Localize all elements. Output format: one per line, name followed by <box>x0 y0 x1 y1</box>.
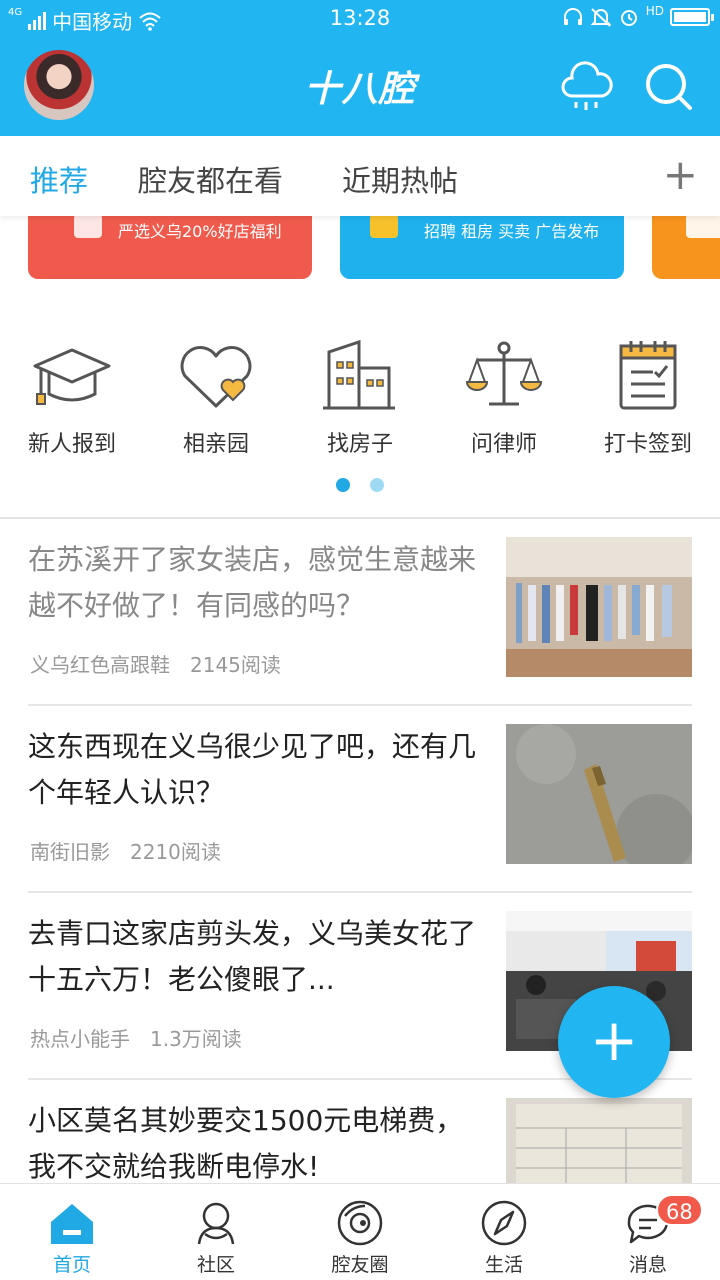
post-reads: 2145阅读 <box>190 653 281 677</box>
battery-icon <box>670 8 714 26</box>
tab-friends-watching[interactable]: 腔友都在看 <box>138 158 283 200</box>
circle-icon <box>337 1200 383 1246</box>
graduation-cap-icon <box>33 348 111 405</box>
quick-link-checkin[interactable]: 打卡签到 <box>576 338 720 458</box>
banner-classifieds[interactable]: 招聘 租房 买卖 广告发布 <box>340 216 624 279</box>
unread-badge: 68 <box>656 1194 703 1226</box>
quick-link-label: 新人报到 <box>27 432 116 457</box>
page-dot <box>370 478 384 492</box>
banner-text: 严选义乌20%好店福利 <box>118 222 282 241</box>
scales-icon <box>465 341 543 406</box>
app-header: 十八腔 <box>0 38 720 136</box>
shop-icon <box>74 216 102 238</box>
post-item[interactable]: 这东西现在义乌很少见了吧，还有几个年轻人认识？ 南街旧影 2210阅读 <box>0 706 720 893</box>
status-bar: 4G 中国移动 13:28 HD <box>0 0 720 38</box>
tab-hot-posts[interactable]: 近期热帖 <box>342 158 458 200</box>
banner-carousel: 严选义乌20%好店福利 招聘 租房 买卖 广告发布 <box>0 216 720 280</box>
banner-shop-deals[interactable]: 严选义乌20%好店福利 <box>28 216 312 279</box>
page-dot-active <box>336 478 350 492</box>
post-thumbnail <box>506 724 692 864</box>
headphone-icon <box>563 8 582 25</box>
nav-label: 社区 <box>196 1254 235 1276</box>
nav-community[interactable]: 社区 <box>144 1184 288 1280</box>
cloud-icon[interactable] <box>558 58 614 114</box>
post-title: 小区莫名其妙要交1500元电梯费，我不交就给我断电停水! <box>28 1104 464 1183</box>
alarm-icon <box>620 10 637 26</box>
calendar-checkin-icon <box>619 341 677 410</box>
nav-label: 生活 <box>484 1254 523 1276</box>
card-icon <box>686 216 720 238</box>
nav-messages[interactable]: 消息 68 <box>576 1184 720 1280</box>
post-meta: 热点小能手 1.3万阅读 <box>30 1023 242 1052</box>
post-title: 这东西现在义乌很少见了吧，还有几个年轻人认识？ <box>28 730 477 809</box>
banner-more[interactable] <box>652 216 720 279</box>
post-title: 去青口这家店剪头发，义乌美女花了十五六万！老公傻眼了... <box>28 917 477 996</box>
post-item[interactable]: 在苏溪开了家女装店，感觉生意越来越不好做了！有同感的吗？ 义乌红色高跟鞋 2145… <box>0 519 720 706</box>
hd-call-icon: HD <box>645 4 664 18</box>
page-indicator <box>0 478 720 494</box>
quick-link-label: 问律师 <box>470 432 537 457</box>
banner-text: 招聘 租房 买卖 广告发布 <box>424 222 600 241</box>
quick-link-newcomer[interactable]: 新人报到 <box>0 338 144 458</box>
megaphone-icon <box>370 216 398 238</box>
nav-home[interactable]: 首页 <box>0 1184 144 1280</box>
post-meta: 义乌红色高跟鞋 2145阅读 <box>30 649 281 678</box>
nav-life[interactable]: 生活 <box>432 1184 576 1280</box>
building-icon <box>323 339 395 410</box>
nav-label: 腔友圈 <box>331 1254 389 1276</box>
quick-link-housing[interactable]: 找房子 <box>288 338 432 458</box>
nav-label: 消息 <box>628 1254 667 1276</box>
quick-link-label: 打卡签到 <box>603 432 692 457</box>
search-icon[interactable] <box>640 58 696 114</box>
post-meta: 南街旧影 2210阅读 <box>30 836 221 865</box>
post-author: 南街旧影 <box>30 840 110 864</box>
post-author: 热点小能手 <box>30 1027 130 1051</box>
tab-bar: 推荐 腔友都在看 近期热帖 + <box>0 136 720 216</box>
nav-label: 首页 <box>52 1254 91 1276</box>
add-tab-button[interactable]: + <box>663 154 698 196</box>
tab-recommend[interactable]: 推荐 <box>30 158 88 200</box>
quick-link-label: 相亲园 <box>182 432 249 457</box>
quick-link-lawyer[interactable]: 问律师 <box>432 338 576 458</box>
quick-link-dating[interactable]: 相亲园 <box>144 338 288 458</box>
compose-fab[interactable]: + <box>558 986 670 1098</box>
compass-icon <box>481 1200 527 1246</box>
hearts-icon <box>180 346 252 408</box>
nav-circle[interactable]: 腔友圈 <box>288 1184 432 1280</box>
post-reads: 2210阅读 <box>130 840 221 864</box>
bottom-nav: 首页 社区 腔友圈 生活 消息 68 <box>0 1183 720 1280</box>
mute-icon <box>590 8 612 27</box>
post-reads: 1.3万阅读 <box>150 1027 242 1051</box>
post-thumbnail <box>506 1098 692 1183</box>
post-author: 义乌红色高跟鞋 <box>30 653 170 677</box>
quick-links: 新人报到 相亲园 找房子 问律师 打卡签到 <box>0 320 720 500</box>
community-icon <box>197 1202 235 1245</box>
post-title: 在苏溪开了家女装店，感觉生意越来越不好做了！有同感的吗？ <box>28 543 477 622</box>
quick-link-label: 找房子 <box>326 432 393 457</box>
post-thumbnail <box>506 537 692 677</box>
home-icon <box>51 1204 93 1244</box>
